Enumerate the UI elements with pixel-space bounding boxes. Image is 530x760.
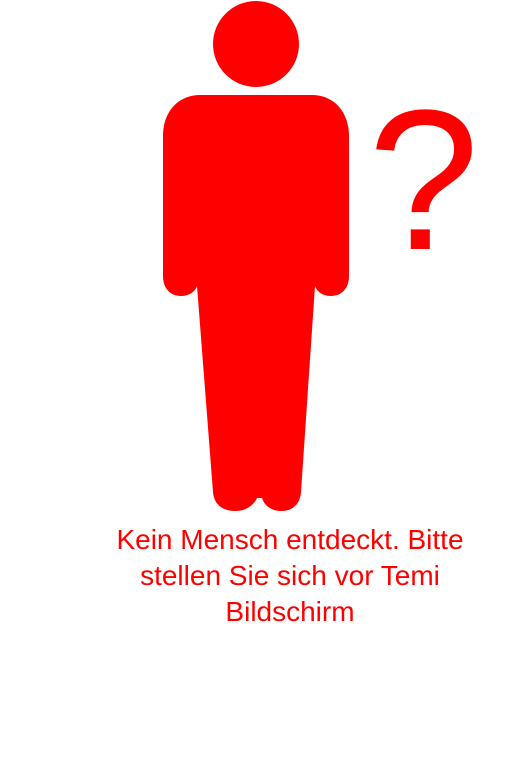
- no-person-detected-screen: ? Kein Mensch entdeckt. Bitte stellen Si…: [0, 0, 530, 760]
- status-message: Kein Mensch entdeckt. Bitte stellen Sie …: [116, 524, 464, 627]
- question-mark-icon: ?: [368, 69, 480, 292]
